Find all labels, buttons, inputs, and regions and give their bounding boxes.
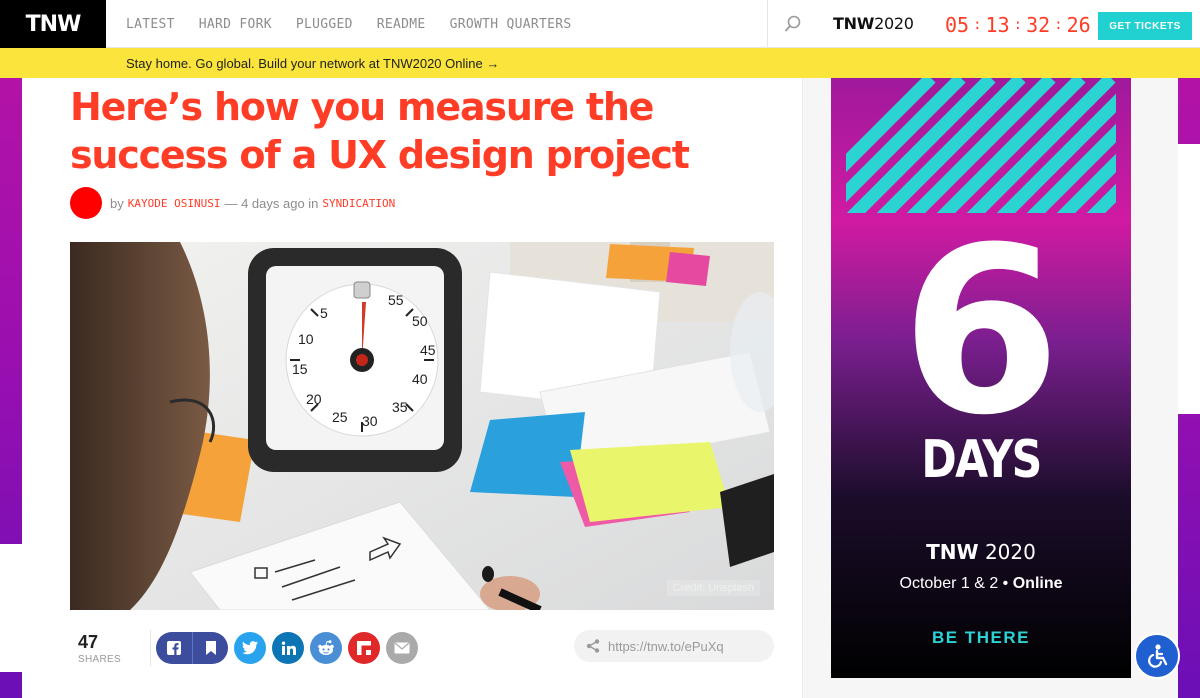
image-credit: Credit: Unsplash [666, 580, 760, 596]
article-headline: Here’s how you measure the success of a … [70, 85, 690, 177]
linkedin-share-button[interactable] [272, 632, 304, 664]
author-link[interactable]: KAYODE OSINUSI [128, 197, 221, 210]
facebook-share-group [156, 632, 228, 664]
countdown-separator: : [973, 17, 982, 33]
share-count: 47 [78, 632, 99, 652]
promo-text[interactable]: Stay home. Go global. Build your network… [126, 56, 499, 71]
svg-text:30: 30 [362, 413, 378, 429]
background-edge-right [1178, 78, 1200, 698]
svg-text:45: 45 [420, 342, 436, 358]
short-url-text[interactable]: https://tnw.to/ePuXq [608, 639, 724, 654]
flipboard-share-button[interactable] [348, 632, 380, 664]
share-icon [586, 639, 600, 653]
ad-brand: TNW 2020 [831, 540, 1131, 564]
byline-prefix: by [110, 195, 124, 211]
svg-text:50: 50 [412, 313, 428, 329]
sidebar: 6 DAYS TNW 2020 October 1 & 2 • Online B… [803, 78, 1178, 698]
svg-text:55: 55 [388, 292, 404, 308]
ad-date-text: October 1 & 2 [899, 575, 999, 592]
ad-days-number: 6 [900, 199, 1062, 466]
ad-cta-button[interactable]: BE THERE [831, 628, 1131, 648]
ad-days-label: DAYS [921, 430, 1042, 490]
nav-link-hard-fork[interactable]: HARD FORK [199, 17, 272, 32]
reddit-share-button[interactable] [310, 632, 342, 664]
ad-mode-text: Online [1012, 575, 1063, 592]
ad-brand-name: TNW [926, 540, 979, 564]
ad-brand-year: 2020 [984, 540, 1036, 564]
accessibility-button[interactable] [1134, 633, 1180, 679]
nav-link-plugged[interactable]: PLUGGED [296, 17, 353, 32]
top-nav-bar: TNW LATEST HARD FORK PLUGGED README GROW… [0, 0, 1200, 48]
ad-event-date: October 1 & 2 • Online [899, 575, 1063, 592]
background-edge-notch [1178, 144, 1200, 414]
article-hero-image: 55 50 45 40 35 30 25 20 15 10 5 Credit: … [70, 242, 774, 610]
byline-date: — 4 days ago in [224, 195, 319, 211]
bookmark-button[interactable] [192, 632, 228, 664]
share-bar: 47 SHARES https://tnw.to/ePuXq [70, 628, 774, 668]
main-nav: LATEST HARD FORK PLUGGED README GROWTH Q… [126, 0, 571, 48]
svg-text:40: 40 [412, 371, 428, 387]
promo-banner[interactable]: Stay home. Go global. Build your network… [0, 48, 1200, 78]
twitter-icon [242, 641, 258, 655]
svg-text:20: 20 [306, 391, 322, 407]
nav-link-readme[interactable]: README [377, 17, 426, 32]
linkedin-icon [281, 641, 296, 655]
nav-link-latest[interactable]: LATEST [126, 17, 175, 32]
svg-text:10: 10 [298, 331, 314, 347]
countdown-days: 05 [945, 13, 970, 37]
article-byline: by KAYODE OSINUSI — 4 days ago in SYNDIC… [70, 187, 399, 219]
category-link[interactable]: SYNDICATION [322, 197, 395, 210]
event-logo-year: 2020 [874, 14, 914, 33]
share-buttons [156, 632, 424, 664]
email-share-button[interactable] [386, 632, 418, 664]
svg-text:15: 15 [292, 361, 308, 377]
svg-text:5: 5 [320, 305, 328, 321]
tnw2020-ad-banner[interactable]: 6 DAYS TNW 2020 October 1 & 2 • Online B… [831, 78, 1131, 678]
countdown-hours: 13 [985, 13, 1010, 37]
search-icon [784, 15, 800, 32]
nav-link-growth-quarters[interactable]: GROWTH QUARTERS [450, 17, 572, 32]
svg-text:35: 35 [392, 399, 408, 415]
twitter-share-button[interactable] [234, 632, 266, 664]
hero-illustration: 55 50 45 4035 30 25 20 15 10 5 [70, 242, 774, 610]
get-tickets-button[interactable]: GET TICKETS [1098, 12, 1192, 40]
facebook-icon [167, 641, 181, 655]
background-edge-left [0, 78, 22, 698]
countdown-minutes: 32 [1026, 13, 1051, 37]
event-countdown: 05 : 13 : 32 : 26 [945, 13, 1091, 37]
countdown-separator: : [1054, 17, 1063, 33]
short-url-field[interactable]: https://tnw.to/ePuXq [574, 630, 774, 662]
share-divider [150, 630, 151, 666]
tnw2020-event-logo[interactable]: TNW2020 [833, 14, 914, 33]
flipboard-icon [357, 641, 371, 655]
reddit-icon [318, 640, 334, 655]
event-logo-brand: TNW [833, 14, 875, 33]
tnw-logo[interactable]: TNW [0, 0, 106, 48]
background-edge-notch [0, 544, 22, 672]
author-avatar[interactable] [70, 187, 102, 219]
search-button[interactable] [767, 0, 817, 48]
svg-text:25: 25 [332, 409, 348, 425]
countdown-seconds: 26 [1066, 13, 1091, 37]
share-count-label: SHARES [78, 654, 121, 665]
accessibility-icon [1148, 644, 1168, 668]
ad-stripes-graphic [846, 78, 1116, 213]
article-content: Here’s how you measure the success of a … [22, 78, 802, 698]
countdown-separator: : [1013, 17, 1023, 33]
email-icon [394, 642, 410, 654]
facebook-share-button[interactable] [156, 632, 192, 664]
bookmark-icon [205, 641, 216, 655]
